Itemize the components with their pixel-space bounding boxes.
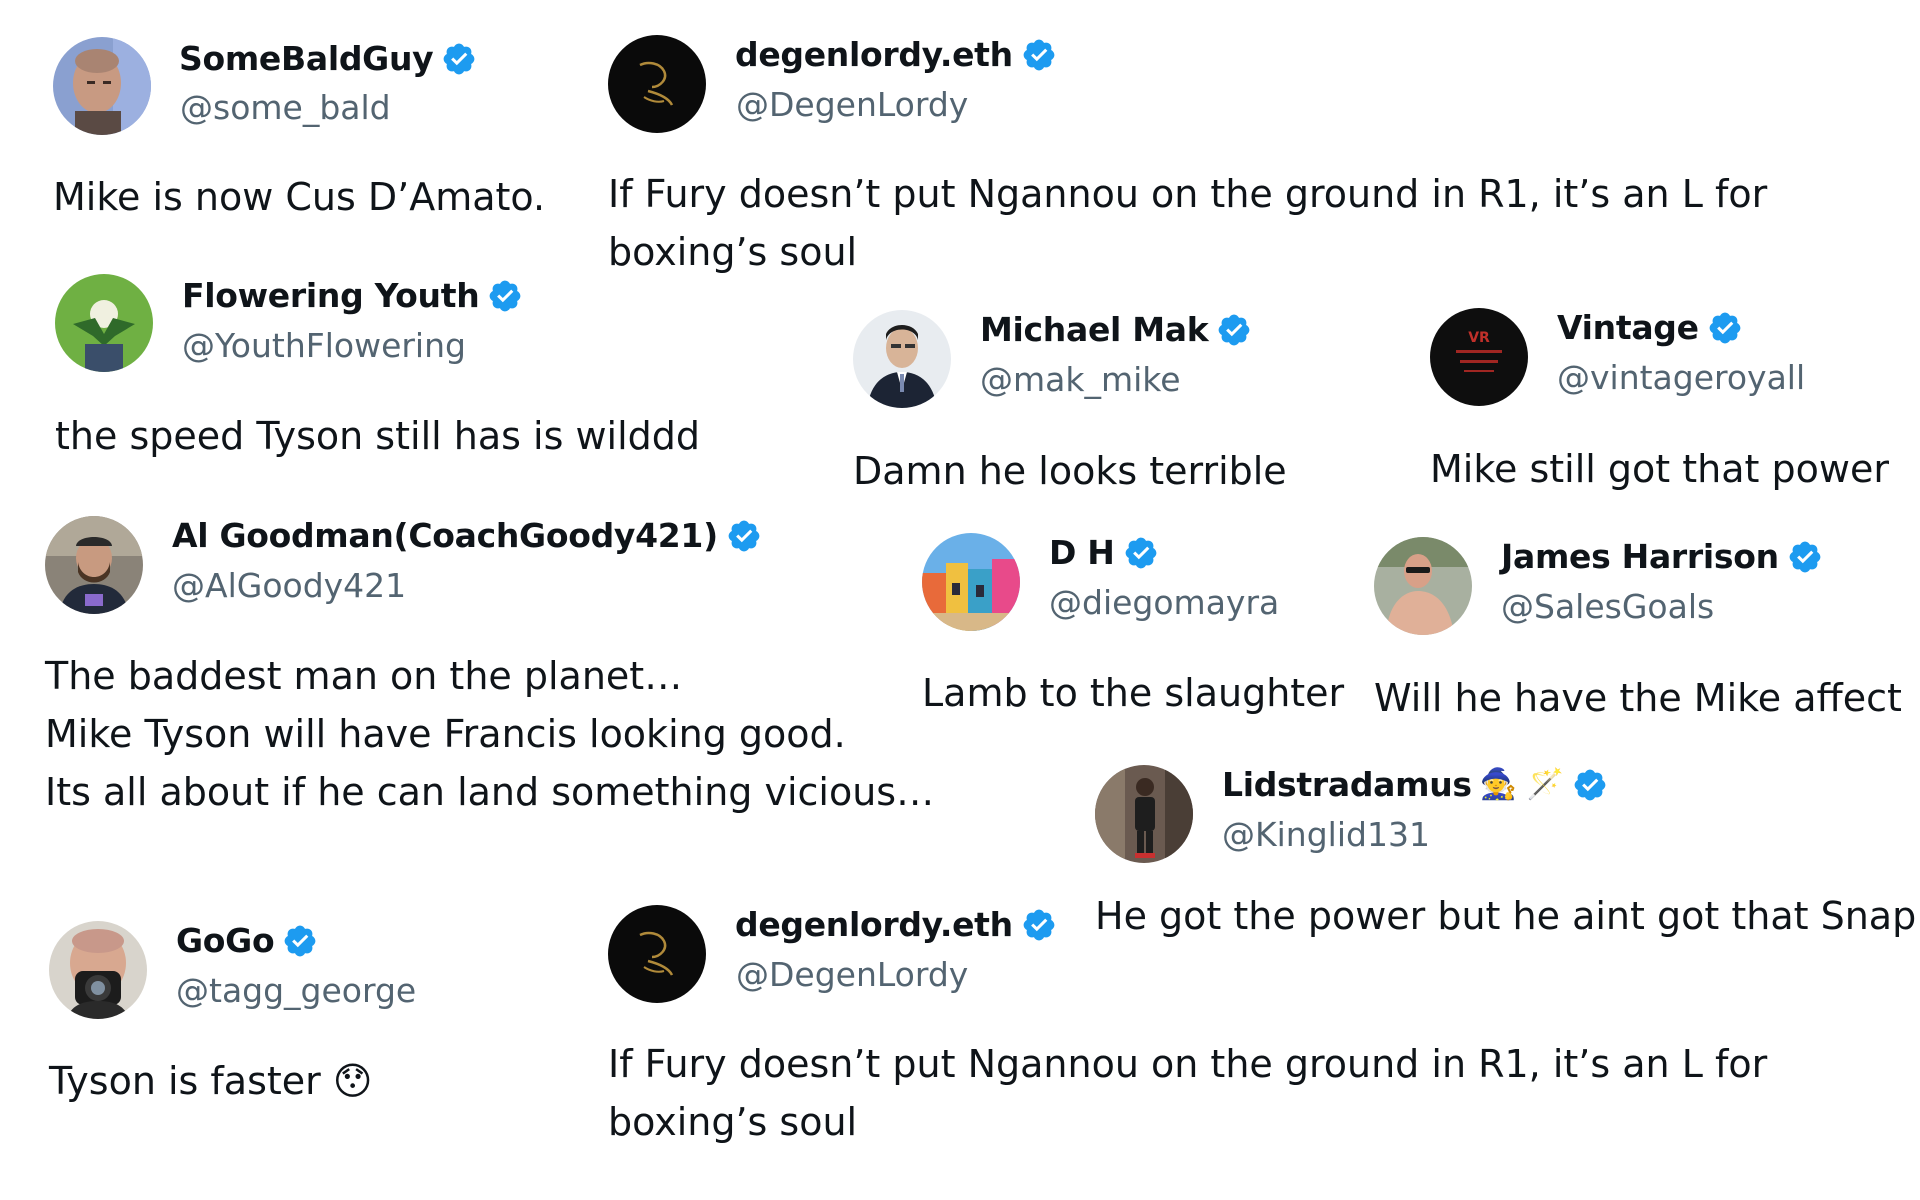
handle[interactable]: @vintageroyall bbox=[1557, 358, 1805, 397]
handle[interactable]: @SalesGoals bbox=[1501, 587, 1714, 626]
handle[interactable]: @Kinglid131 bbox=[1222, 815, 1430, 854]
verified-badge-icon bbox=[282, 923, 318, 959]
verified-badge-icon bbox=[441, 41, 477, 77]
display-name[interactable]: SomeBaldGuy bbox=[179, 39, 434, 78]
display-name[interactable]: GoGo bbox=[176, 921, 275, 960]
handle[interactable]: @tagg_george bbox=[176, 971, 416, 1010]
tweet-text: Damn he looks terrible bbox=[853, 449, 1287, 493]
tweet-text: If Fury doesn’t put Ngannou on the groun… bbox=[608, 172, 1768, 274]
colorful-street-avatar[interactable] bbox=[922, 533, 1020, 631]
verified-badge-icon bbox=[1572, 767, 1608, 803]
display-name[interactable]: Al Goodman(CoachGoody421) bbox=[172, 516, 718, 555]
display-name[interactable]: Lidstradamus bbox=[1222, 765, 1472, 804]
display-name[interactable]: D H bbox=[1049, 533, 1115, 572]
tweet-text: Will he have the Mike affect bbox=[1374, 676, 1902, 720]
display-name[interactable]: Michael Mak bbox=[980, 310, 1209, 349]
display-name[interactable]: degenlordy.eth bbox=[735, 905, 1013, 944]
tweet-text: Mike still got that power bbox=[1430, 447, 1889, 491]
display-name[interactable]: James Harrison bbox=[1501, 537, 1779, 576]
verified-badge-icon bbox=[1021, 37, 1057, 73]
man-in-suit-avatar[interactable] bbox=[853, 310, 951, 408]
display-name[interactable]: Flowering Youth bbox=[182, 276, 480, 315]
handle[interactable]: @diegomayra bbox=[1049, 583, 1279, 622]
verified-badge-icon bbox=[726, 518, 762, 554]
verified-badge-icon bbox=[1216, 312, 1252, 348]
verified-badge-icon bbox=[1787, 539, 1823, 575]
tweet-text: Mike is now Cus D’Amato. bbox=[53, 175, 546, 219]
handle[interactable]: @mak_mike bbox=[980, 360, 1181, 399]
shirtless-man-avatar[interactable] bbox=[1374, 537, 1472, 635]
verified-badge-icon bbox=[487, 278, 523, 314]
display-name[interactable]: Vintage bbox=[1557, 308, 1699, 347]
display-name[interactable]: degenlordy.eth bbox=[735, 35, 1013, 74]
vintage-royal-logo-avatar[interactable]: VR bbox=[1430, 308, 1528, 406]
tweet-text: the speed Tyson still has is wilddd bbox=[55, 414, 700, 458]
avatar-logo-text: VR bbox=[1468, 330, 1490, 346]
person-standing-avatar[interactable] bbox=[1095, 765, 1193, 863]
handle[interactable]: @some_bald bbox=[180, 88, 391, 127]
handle[interactable]: @YouthFlowering bbox=[182, 326, 466, 365]
tweet-text: He got the power but he aint got that Sn… bbox=[1095, 894, 1920, 938]
tweet-text: Tyson is faster 😯 bbox=[49, 1059, 373, 1103]
tweet-text: Lamb to the slaughter bbox=[922, 671, 1345, 715]
degen-lordy-logo-avatar[interactable] bbox=[608, 905, 706, 1003]
handle[interactable]: @AlGoody421 bbox=[172, 566, 406, 605]
verified-badge-icon bbox=[1707, 310, 1743, 346]
yoda-flower-avatar[interactable] bbox=[55, 274, 153, 372]
verified-badge-icon bbox=[1123, 535, 1159, 571]
tweet-text: The baddest man on the planet… Mike Tyso… bbox=[45, 654, 935, 814]
man-with-camera-avatar[interactable] bbox=[49, 921, 147, 1019]
handle[interactable]: @DegenLordy bbox=[736, 955, 968, 994]
tweet-text: If Fury doesn’t put Ngannou on the groun… bbox=[608, 1042, 1768, 1144]
bald-man-avatar[interactable] bbox=[53, 37, 151, 135]
handle[interactable]: @DegenLordy bbox=[736, 85, 968, 124]
wizard-wand-emoji: 🧙 🪄 bbox=[1479, 766, 1564, 802]
verified-badge-icon bbox=[1021, 907, 1057, 943]
bearded-man-avatar[interactable] bbox=[45, 516, 143, 614]
degen-lordy-logo-avatar[interactable] bbox=[608, 35, 706, 133]
